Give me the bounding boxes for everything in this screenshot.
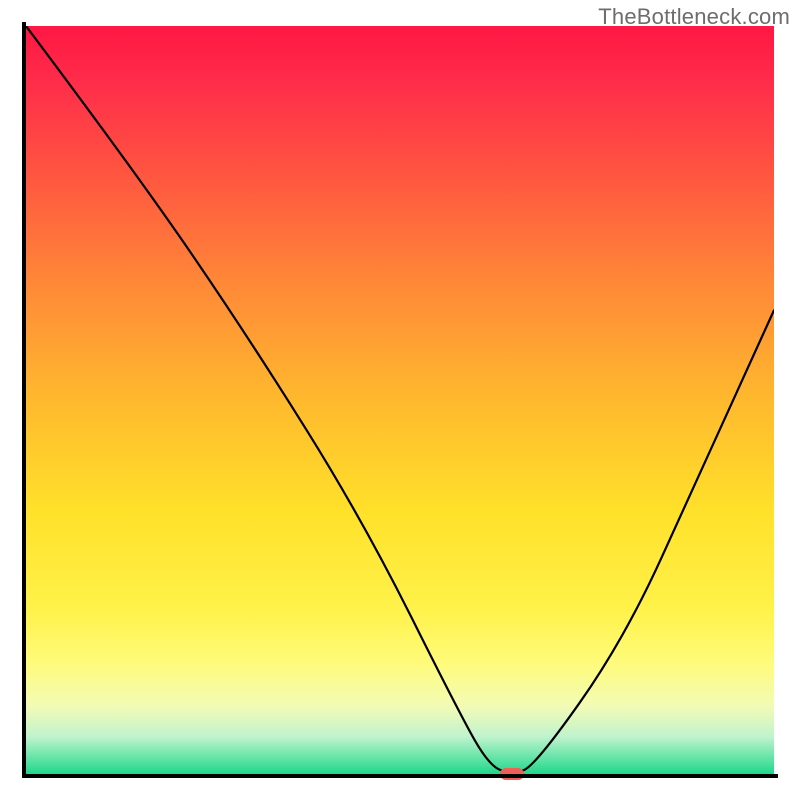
plot-background-gradient [26, 26, 774, 774]
x-axis [22, 774, 778, 778]
bottleneck-chart: TheBottleneck.com [0, 0, 800, 800]
y-axis [22, 22, 26, 778]
watermark-text: TheBottleneck.com [598, 4, 790, 30]
